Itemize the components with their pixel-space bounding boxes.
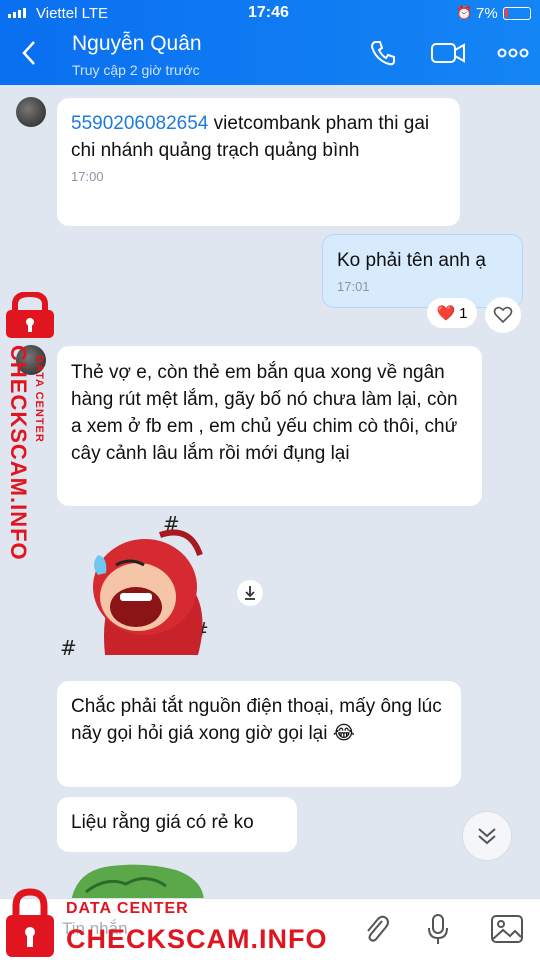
heart-reaction-icon: ❤️ (436, 305, 456, 322)
attach-icon[interactable] (362, 913, 390, 947)
watermark-datacenter: DATA CENTER (66, 900, 189, 917)
message-incoming: Thẻ vợ e, còn thẻ em bắn qua xong về ngâ… (57, 346, 482, 506)
laughing-emoji: 😂 (332, 723, 355, 744)
download-button[interactable] (237, 580, 263, 606)
battery-icon (503, 7, 531, 20)
image-icon[interactable] (490, 913, 524, 945)
battery-percent: 7% (476, 5, 498, 22)
phone-icon[interactable] (368, 38, 398, 68)
avatar[interactable] (16, 97, 46, 127)
status-bar: Viettel LTE 17:46 ⏰ 7% (0, 0, 540, 26)
crying-girl-sticker[interactable]: # # # (60, 515, 220, 665)
message-incoming: 5590206082654 vietcombank pham thi gai c… (57, 98, 460, 226)
message-time: 17:00 (71, 169, 104, 184)
heart-outline-icon (493, 306, 513, 324)
contact-name[interactable]: Nguyễn Quân (72, 32, 202, 56)
video-icon[interactable] (430, 38, 466, 68)
more-icon[interactable] (496, 38, 530, 68)
react-button[interactable] (485, 297, 521, 333)
message-incoming: Chắc phải tắt nguồn điện thoại, mấy ông … (57, 681, 461, 787)
reaction-badge[interactable]: ❤️ 1 (427, 298, 477, 328)
partial-sticker (71, 864, 204, 902)
alarm-icon: ⏰ (456, 5, 473, 20)
watermark-vertical-checkscam: CHECKSCAM.INFO (6, 345, 31, 561)
message-text: Ko phải tên anh ạ (337, 250, 486, 271)
chat-header: Viettel LTE 17:46 ⏰ 7% Nguyễn Quân Truy … (0, 0, 540, 85)
clock: 17:46 (248, 4, 289, 21)
account-number-link[interactable]: 5590206082654 (71, 113, 208, 134)
watermark-vertical-datacenter: DATA CENTER (33, 355, 45, 443)
message-outgoing: Ko phải tên anh ạ 17:01 (322, 234, 523, 308)
carrier-label: Viettel LTE (36, 5, 108, 22)
back-icon[interactable] (18, 38, 42, 68)
message-text: Liệu rằng giá có rẻ ko (71, 812, 254, 833)
contact-status: Truy cập 2 giờ trước (72, 62, 200, 78)
download-icon (245, 586, 255, 600)
padlock-icon (6, 888, 54, 957)
message-text: Chắc phải tắt nguồn điện thoại, mấy ông … (71, 696, 442, 744)
svg-text:#: # (60, 636, 77, 660)
signal-icon (8, 8, 26, 18)
watermark-checkscam: CHECKSCAM.INFO (66, 924, 328, 954)
message-incoming: Liệu rằng giá có rẻ ko (57, 797, 297, 852)
message-time: 17:01 (337, 279, 370, 294)
message-text: Thẻ vợ e, còn thẻ em bắn qua xong về ngâ… (71, 362, 458, 464)
reaction-count: 1 (459, 304, 468, 322)
padlock-icon (6, 292, 54, 338)
scroll-to-bottom-button[interactable] (462, 811, 512, 861)
double-chevron-down-icon (478, 828, 496, 845)
microphone-icon[interactable] (426, 913, 450, 947)
